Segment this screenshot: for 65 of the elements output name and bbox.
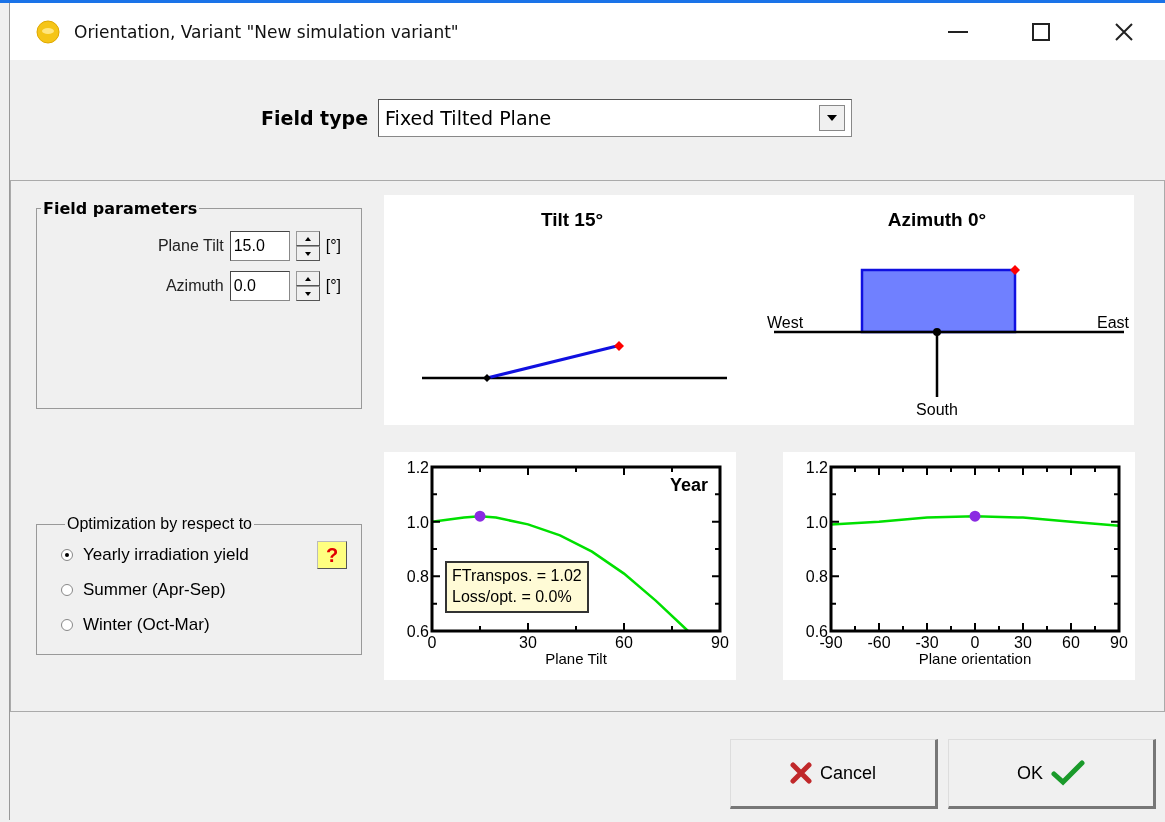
tick-label: 30 [519, 634, 537, 651]
parameter-label: Plane Tilt [157, 237, 224, 255]
tick-label: 0 [970, 634, 980, 651]
radio-button[interactable] [61, 618, 73, 631]
number-field[interactable]: 15.0 [229, 231, 290, 261]
radio-button[interactable] [61, 583, 73, 596]
number-field[interactable]: 0.0 [229, 271, 290, 301]
cancel-button[interactable]: Cancel [730, 739, 938, 809]
radio-label[interactable]: Winter (Oct-Mar) [83, 614, 210, 635]
down-arrow-icon [304, 291, 311, 296]
direction-label: East [1097, 314, 1129, 331]
unit-label: [°] [325, 237, 341, 255]
tick-label: 60 [615, 634, 633, 651]
tick-label: -30 [915, 634, 939, 651]
radio-label[interactable]: Yearly irradiation yield [83, 544, 249, 565]
help-button[interactable]: ? [317, 541, 347, 569]
axis-label: Plane orientation [918, 650, 1032, 667]
maximize-icon [1031, 22, 1050, 41]
tick-label: 90 [711, 634, 729, 651]
spin-down-button[interactable] [295, 246, 320, 261]
tick-label: 1.0 [805, 513, 828, 531]
direction-label: South [916, 401, 958, 418]
tick-label: 0.8 [406, 568, 429, 586]
app-icon [36, 19, 60, 44]
cross-icon [790, 762, 812, 784]
group-title: Optimization by respect to [66, 515, 253, 533]
optimum-marker [969, 510, 981, 522]
window-title: Orientation, Variant "New simulation variant" [74, 21, 459, 42]
ok-button[interactable]: OK [948, 739, 1156, 809]
check-icon [1051, 760, 1085, 786]
dropdown-button[interactable] [819, 105, 846, 131]
tick-label: -60 [867, 634, 891, 651]
tick-label: 0.8 [805, 568, 828, 586]
unit-label: [°] [325, 277, 341, 295]
field-type-dropdown[interactable]: Fixed Tilted Plane [378, 99, 853, 137]
tick-label: 1.0 [406, 513, 429, 531]
spin-up-button[interactable] [295, 271, 320, 286]
tick-label: 0 [427, 634, 437, 651]
radio-label[interactable]: Summer (Apr-Sep) [83, 579, 226, 600]
up-arrow-icon [304, 276, 311, 281]
tick-label: 1.2 [406, 459, 429, 476]
parameter-label: Azimuth [165, 277, 224, 295]
diagram-title: Tilt 15° [540, 209, 604, 230]
chart-tag: Year [669, 475, 708, 495]
info-text: FTranspos. = 1.02 [452, 566, 582, 586]
close-icon [1114, 22, 1133, 41]
tick-label: 60 [1062, 634, 1080, 651]
optimum-marker [474, 510, 486, 522]
direction-label: West [767, 314, 804, 331]
info-text: Loss/opt. = 0.0% [452, 586, 573, 607]
tick-label: 30 [1014, 634, 1032, 651]
up-arrow-icon [304, 236, 311, 241]
tick-label: 1.2 [805, 459, 828, 476]
spin-down-button[interactable] [295, 286, 320, 301]
spin-up-button[interactable] [295, 231, 320, 246]
tick-label: 90 [1110, 634, 1128, 651]
field-type-label: Field type [261, 107, 369, 129]
diagram-title: Azimuth 0° [887, 209, 987, 230]
tick-label: 0.6 [406, 623, 429, 640]
group-title: Field parameters [42, 199, 199, 218]
minimize-icon [947, 30, 968, 33]
caret-icon [827, 115, 838, 121]
axis-label: Plane Tilt [545, 650, 607, 667]
down-arrow-icon [304, 251, 311, 256]
radio-button[interactable] [61, 548, 73, 561]
